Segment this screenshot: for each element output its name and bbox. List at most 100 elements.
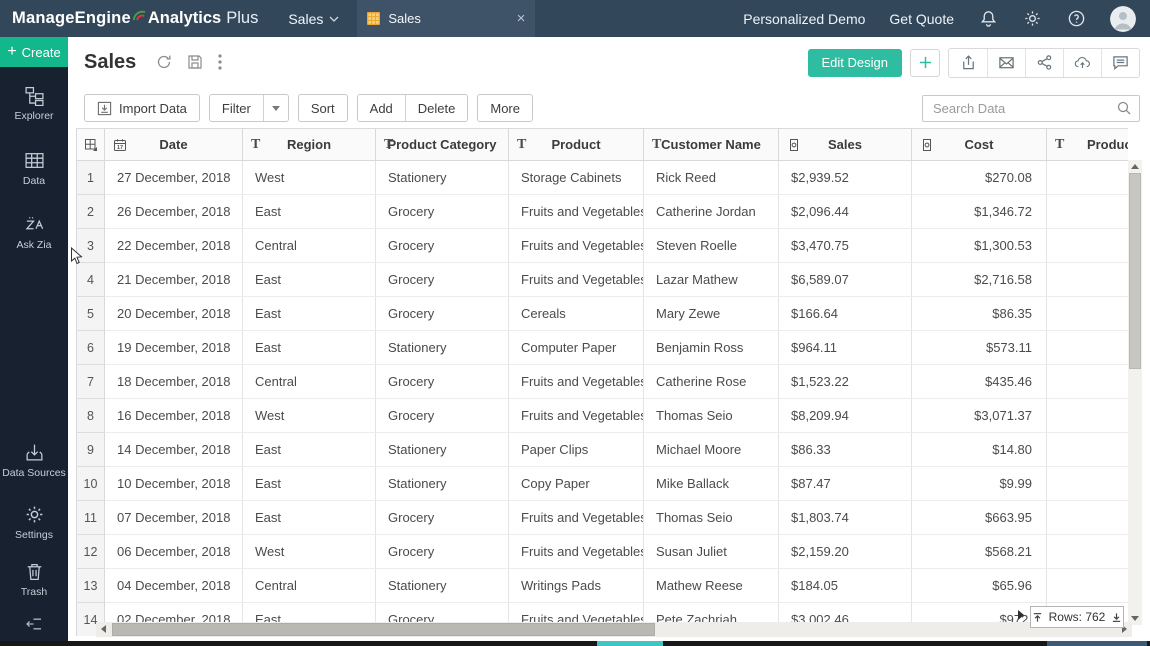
create-button[interactable]: + Create [0, 37, 68, 67]
sidebar-item-data-sources[interactable]: Data Sources [0, 442, 68, 479]
scroll-left-arrow[interactable] [101, 625, 106, 633]
row-number[interactable]: 12 [77, 535, 105, 569]
table-cell[interactable]: $1,523.22 [779, 365, 912, 399]
table-cell[interactable] [1047, 297, 1129, 331]
table-cell[interactable]: $573.11 [912, 331, 1047, 365]
table-cell[interactable]: $2,716.58 [912, 263, 1047, 297]
row-number[interactable]: 13 [77, 569, 105, 603]
table-cell[interactable]: $568.21 [912, 535, 1047, 569]
table-cell[interactable]: $8,209.94 [779, 399, 912, 433]
table-cell[interactable]: East [243, 195, 376, 229]
column-header-sales[interactable]: Sales [779, 129, 912, 161]
table-cell[interactable]: East [243, 433, 376, 467]
sort-button[interactable]: Sort [298, 94, 348, 122]
table-cell[interactable] [1047, 195, 1129, 229]
table-cell[interactable]: East [243, 263, 376, 297]
table-cell[interactable] [1047, 229, 1129, 263]
delete-button[interactable]: Delete [405, 95, 468, 121]
row-number[interactable]: 5 [77, 297, 105, 331]
row-number[interactable]: 4 [77, 263, 105, 297]
table-cell[interactable]: 19 December, 2018 [105, 331, 243, 365]
table-cell[interactable]: East [243, 331, 376, 365]
table-cell[interactable]: Stationery [376, 331, 509, 365]
table-cell[interactable]: Fruits and Vegetables [509, 365, 644, 399]
horizontal-scroll-thumb[interactable] [112, 623, 655, 636]
table-cell[interactable]: $964.11 [779, 331, 912, 365]
table-cell[interactable]: Copy Paper [509, 467, 644, 501]
table-cell[interactable]: $86.35 [912, 297, 1047, 331]
row-number[interactable]: 11 [77, 501, 105, 535]
table-cell[interactable] [1047, 433, 1129, 467]
rows-widget-expand-handle[interactable] [1018, 610, 1024, 620]
vertical-scroll-thumb[interactable] [1129, 173, 1141, 369]
table-cell[interactable]: 20 December, 2018 [105, 297, 243, 331]
column-header-customer-name[interactable]: TCustomer Name [644, 129, 779, 161]
import-data-button[interactable]: Import Data [84, 94, 200, 122]
vertical-scrollbar[interactable] [1128, 160, 1142, 625]
table-cell[interactable]: Central [243, 229, 376, 263]
table-cell[interactable]: $2,939.52 [779, 161, 912, 195]
table-cell[interactable]: $2,159.20 [779, 535, 912, 569]
sidebar-collapse-button[interactable] [0, 617, 68, 636]
table-cell[interactable]: Fruits and Vegetables [509, 399, 644, 433]
filter-dropdown-button[interactable] [263, 95, 288, 121]
table-cell[interactable]: Benjamin Ross [644, 331, 779, 365]
table-cell[interactable]: Grocery [376, 501, 509, 535]
table-cell[interactable]: Mathew Reese [644, 569, 779, 603]
table-cell[interactable]: $1,346.72 [912, 195, 1047, 229]
table-cell[interactable] [1047, 535, 1129, 569]
table-cell[interactable]: $184.05 [779, 569, 912, 603]
export-button[interactable] [949, 49, 987, 77]
table-cell[interactable]: Stationery [376, 467, 509, 501]
column-header-product-category[interactable]: TProduct Category [376, 129, 509, 161]
table-cell[interactable]: 27 December, 2018 [105, 161, 243, 195]
table-cell[interactable]: Thomas Seio [644, 399, 779, 433]
scroll-up-arrow[interactable] [1131, 164, 1139, 169]
row-number[interactable]: 3 [77, 229, 105, 263]
help-icon[interactable] [1066, 9, 1086, 29]
table-cell[interactable]: West [243, 399, 376, 433]
table-cell[interactable]: $3,071.37 [912, 399, 1047, 433]
sidebar-item-ask-zia[interactable]: Ask Zia [0, 214, 68, 251]
workspace-dropdown[interactable]: Sales [288, 11, 339, 27]
get-quote-link[interactable]: Get Quote [889, 11, 954, 27]
table-cell[interactable]: 04 December, 2018 [105, 569, 243, 603]
table-cell[interactable]: East [243, 501, 376, 535]
table-cell[interactable]: 06 December, 2018 [105, 535, 243, 569]
go-to-bottom-icon[interactable] [1111, 612, 1122, 623]
table-cell[interactable] [1047, 569, 1129, 603]
row-number[interactable]: 6 [77, 331, 105, 365]
table-cell[interactable] [1047, 161, 1129, 195]
edit-design-button[interactable]: Edit Design [808, 49, 902, 77]
refresh-icon[interactable] [156, 54, 173, 71]
table-cell[interactable]: Fruits and Vegetables [509, 535, 644, 569]
row-number[interactable]: 8 [77, 399, 105, 433]
sidebar-item-explorer[interactable]: Explorer [0, 85, 68, 122]
table-cell[interactable]: East [243, 467, 376, 501]
column-header-product[interactable]: TProduct [1047, 129, 1129, 161]
sidebar-item-trash[interactable]: Trash [0, 561, 68, 598]
table-cell[interactable]: Paper Clips [509, 433, 644, 467]
tab-close-icon[interactable]: × [517, 11, 526, 26]
table-cell[interactable] [1047, 399, 1129, 433]
table-cell[interactable]: $663.95 [912, 501, 1047, 535]
column-header-cost[interactable]: Cost [912, 129, 1047, 161]
table-cell[interactable] [1047, 467, 1129, 501]
column-header-region[interactable]: TRegion [243, 129, 376, 161]
search-input[interactable] [922, 95, 1140, 122]
comment-button[interactable] [1101, 49, 1139, 77]
table-cell[interactable]: 14 December, 2018 [105, 433, 243, 467]
email-button[interactable] [987, 49, 1025, 77]
table-cell[interactable]: Catherine Rose [644, 365, 779, 399]
notifications-bell-icon[interactable] [978, 9, 998, 29]
table-cell[interactable]: Rick Reed [644, 161, 779, 195]
table-cell[interactable]: $1,803.74 [779, 501, 912, 535]
table-cell[interactable]: $86.33 [779, 433, 912, 467]
share-button[interactable] [1025, 49, 1063, 77]
table-cell[interactable]: Fruits and Vegetables [509, 195, 644, 229]
row-number[interactable]: 7 [77, 365, 105, 399]
table-cell[interactable]: Thomas Seio [644, 501, 779, 535]
table-cell[interactable]: Computer Paper [509, 331, 644, 365]
sidebar-item-settings[interactable]: Settings [0, 504, 68, 541]
go-to-top-icon[interactable] [1032, 612, 1043, 623]
